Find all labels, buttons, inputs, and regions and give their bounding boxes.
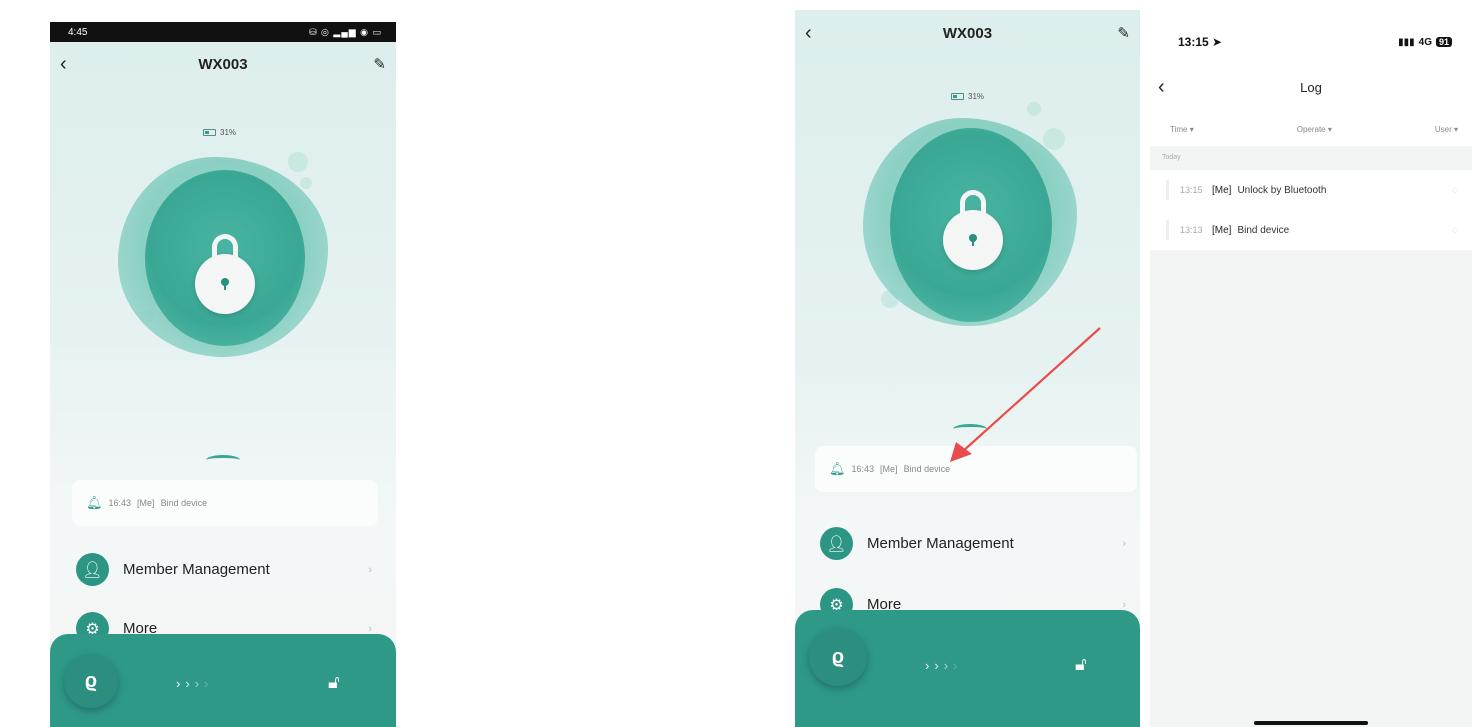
latest-log-card[interactable]: 🔔︎ 16:43 [Me] Bind device [72,480,378,526]
chevron-right-icon: › [1122,537,1126,550]
chevron-right-icon: › [368,622,372,635]
status-time: 13:15 ➤ [1178,35,1223,49]
key-icon[interactable]: ϱ [64,654,118,708]
log-user: [Me] [1212,184,1232,196]
nav-bar: ‹ WX003 ✎ [50,42,396,86]
status-time: 4:45 [68,26,88,38]
annotation-arrow [950,327,1101,462]
person-icon: 👤︎ [820,527,853,560]
unlock-slider-bar: ϱ ›››› 🔓︎ [795,610,1140,727]
log-entry[interactable]: 13:13 [Me] Bind device ◌ [1150,210,1472,250]
chevron-right-icon: › [1122,598,1126,611]
key-icon[interactable]: ϱ [809,628,867,686]
slide-arrows: ›››› [925,658,963,673]
status-icons: ▮▮▮ 4G 91 [1398,37,1452,48]
unlock-icon: 🔓︎ [328,672,340,692]
log-action: Bind device [1237,224,1290,236]
network-type: 4G [1418,36,1432,48]
back-icon[interactable]: ‹ [805,22,812,45]
lock-shackle [212,234,238,262]
menu-item-member-management[interactable]: 👤︎ Member Management › [820,527,1126,560]
status-icons: ⛁ ◎ ▂▄▆ ◉ ▭ [309,26,382,37]
log-user: [Me] [137,498,155,508]
drawer-handle[interactable] [206,455,240,465]
section-label-today: Today [1162,154,1181,161]
log-action: Bind device [160,498,208,508]
bell-icon: 🔔︎ [86,495,103,510]
lock-icon [195,234,255,314]
battery-indicator: 31% [203,128,236,137]
home-indicator[interactable] [1254,721,1368,725]
decor-bubble [288,152,308,172]
lock-shackle [960,190,986,218]
log-list: 13:15 [Me] Unlock by Bluetooth ◌ 13:13 [… [1150,170,1472,250]
nav-bar: ‹ Log [1150,62,1472,112]
battery-level: 31% [220,128,237,137]
page-title: WX003 [942,24,993,42]
filter-bar: Time ▾ Operate ▾ User ▾ [1150,112,1472,146]
decor-bubble [300,177,312,189]
lock-keyhole [969,234,977,246]
battery-badge: 91 [1435,37,1452,47]
menu-item-member-management[interactable]: 👤︎ Member Management › [76,553,372,586]
page-title: WX003 [198,55,248,73]
back-icon[interactable]: ‹ [60,53,67,76]
decor-bubble [1043,128,1065,150]
info-icon: ◌ [1452,184,1458,196]
log-time: 13:15 [1180,185,1203,195]
phone-screen-device-1: 4:45 ⛁ ◎ ▂▄▆ ◉ ▭ ‹ WX003 ✎ 31% 🔔︎ 16:43 … [50,22,396,727]
battery-indicator: 31% [951,92,984,101]
unlock-slider-bar: ϱ ›››› 🔓︎ [50,634,396,727]
log-user: [Me] [880,464,898,474]
page-title: Log [1300,79,1322,95]
chevron-right-icon: › [368,563,372,576]
status-bar: 4:45 ⛁ ◎ ▂▄▆ ◉ ▭ [50,22,396,42]
log-user: [Me] [1212,224,1232,236]
menu-label: Member Management [867,535,1014,552]
person-icon: 👤︎ [76,553,109,586]
menu-label: Member Management [123,561,270,578]
lock-icon [943,190,1003,270]
nav-bar: ‹ WX003 ✎ [795,10,1140,56]
battery-icon [951,93,964,100]
filter-time[interactable]: Time ▾ [1170,125,1194,134]
slide-arrows: ›››› [176,676,214,691]
timeline-bar [1166,220,1169,240]
phone-screen-log: 13:15 ➤ ▮▮▮ 4G 91 ‹ Log Time ▾ Operate ▾… [1150,22,1472,727]
edit-icon[interactable]: ✎ [1117,24,1130,42]
filter-user[interactable]: User ▾ [1435,125,1458,134]
status-bar: 13:15 ➤ ▮▮▮ 4G 91 [1150,22,1472,62]
edit-icon[interactable]: ✎ [373,55,386,73]
decor-bubble [1027,102,1041,116]
info-icon: ◌ [1452,224,1458,236]
timeline-bar [1166,180,1169,200]
log-action: Unlock by Bluetooth [1237,184,1327,196]
filter-operate[interactable]: Operate ▾ [1297,125,1332,134]
battery-level: 31% [968,92,985,101]
signal-icon: ▮▮▮ [1398,36,1415,48]
log-time: 13:13 [1180,225,1203,235]
log-time: 16:43 [108,498,132,508]
log-entry[interactable]: 13:15 [Me] Unlock by Bluetooth ◌ [1150,170,1472,210]
back-icon[interactable]: ‹ [1158,76,1165,99]
unlock-icon: 🔓︎ [1075,654,1087,674]
log-time: 16:43 [851,464,875,474]
lock-keyhole [221,278,229,290]
battery-icon [203,129,216,136]
bell-icon: 🔔︎ [829,461,846,476]
